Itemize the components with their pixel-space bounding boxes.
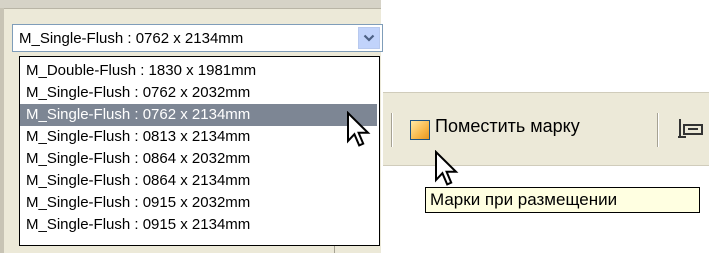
list-item[interactable]: M_Single-Flush : 0915 x 2032mm <box>20 192 377 214</box>
panel-edge <box>0 8 4 253</box>
list-item[interactable]: M_Single-Flush : 0864 x 2134mm <box>20 170 377 192</box>
type-selector-value: M_Single-Flush : 0762 x 2134mm <box>19 30 244 47</box>
tooltip: Марки при размещении <box>425 187 700 213</box>
mouse-pointer-icon <box>347 111 371 147</box>
options-toolbar: Поместить марку <box>383 92 709 166</box>
mouse-pointer-icon <box>435 150 459 186</box>
type-selector-dropdown[interactable]: M_Single-Flush : 0762 x 2134mm <box>12 24 383 52</box>
tag-on-placement-label[interactable]: Поместить марку <box>435 116 580 137</box>
tag-options-icon[interactable] <box>676 115 704 143</box>
list-item[interactable]: M_Double-Flush : 1830 x 1981mm <box>20 60 377 82</box>
dropdown-button[interactable] <box>358 27 380 49</box>
list-item[interactable]: M_Single-Flush : 0915 x 2134mm <box>20 214 377 236</box>
toolbar-separator <box>391 113 392 147</box>
list-item[interactable]: M_Single-Flush : 0864 x 2032mm <box>20 148 377 170</box>
type-options-list[interactable]: M_Double-Flush : 1830 x 1981mm M_Single-… <box>19 56 380 246</box>
panel-title-bar <box>0 0 381 9</box>
tag-on-placement-checkbox[interactable] <box>410 120 430 140</box>
list-item[interactable]: M_Single-Flush : 0762 x 2032mm <box>20 82 377 104</box>
toolbar-separator <box>657 113 658 147</box>
list-item-selected[interactable]: M_Single-Flush : 0762 x 2134mm <box>20 104 377 126</box>
chevron-down-icon <box>363 34 375 42</box>
list-item[interactable]: M_Single-Flush : 0813 x 2134mm <box>20 126 377 148</box>
